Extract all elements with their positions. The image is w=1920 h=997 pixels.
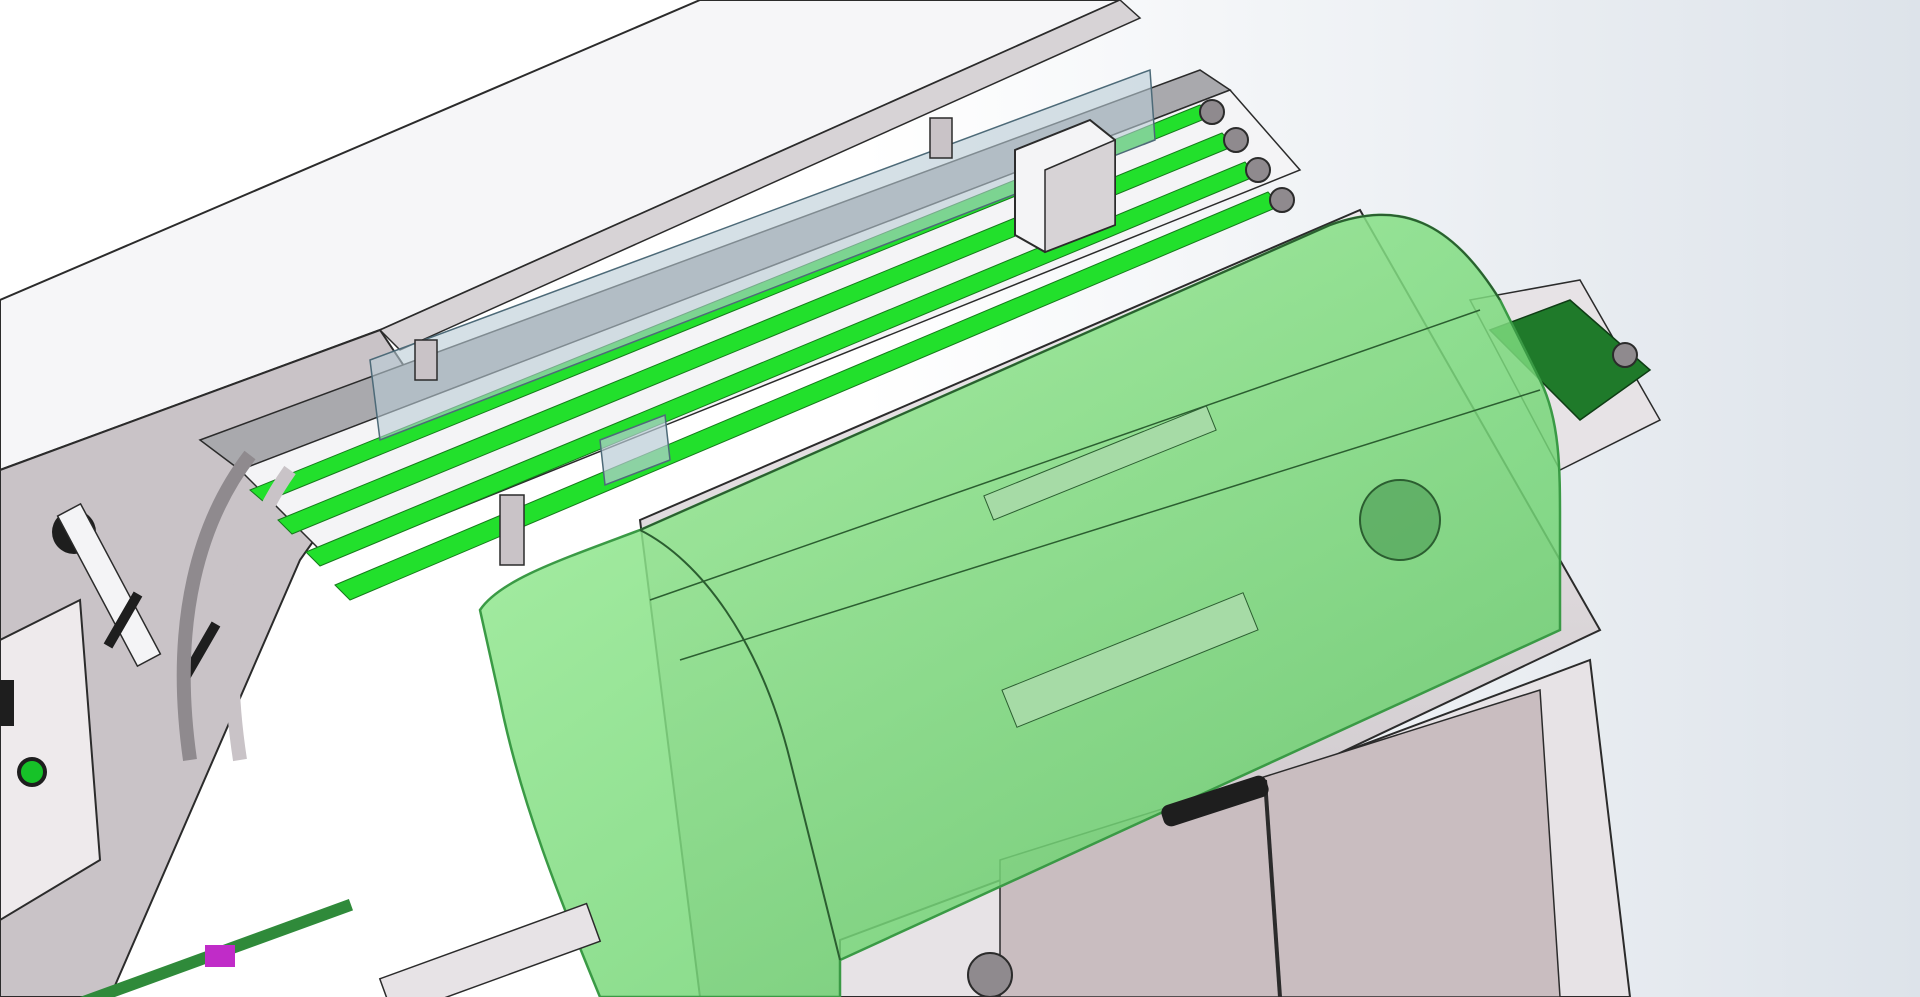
internal-gear [967, 952, 1013, 997]
belt-pulley-3 [1245, 157, 1271, 183]
internal-wheel [1359, 479, 1441, 561]
magenta-part [205, 945, 235, 967]
outfeed-pulley [1612, 342, 1638, 368]
belt-pulley-2 [1223, 127, 1249, 153]
belt-pulley-1 [1199, 99, 1225, 125]
cad-model-view[interactable] [0, 0, 1920, 997]
mount-post-3 [499, 494, 525, 566]
cad-viewport[interactable] [0, 0, 1920, 997]
start-button[interactable] [17, 757, 47, 787]
display-window [0, 680, 14, 726]
mount-post-1 [929, 117, 953, 159]
belt-pulley-4 [1269, 187, 1295, 213]
mount-post-2 [414, 339, 438, 381]
